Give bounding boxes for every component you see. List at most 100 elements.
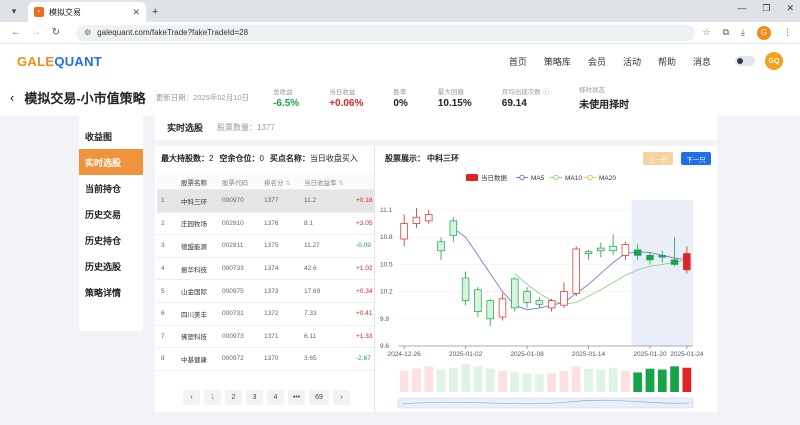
extensions-icon[interactable]: ⧉ (723, 27, 729, 38)
site-header: GALEQUANT 首页 策略库 会员 活动 帮助 消息 GQ (0, 44, 800, 78)
maximize-icon[interactable]: ❐ (762, 3, 770, 14)
table-row[interactable]: 8 中基健康 000972 1370 3.65 -2.67 (157, 348, 374, 371)
profile-avatar[interactable]: G (757, 25, 771, 40)
close-window-icon[interactable]: ✕ (786, 3, 794, 14)
table-row[interactable]: 5 山金国际 000975 1373 17.69 +0.34 (157, 280, 374, 303)
row-stock-name: 中科三环 (181, 198, 207, 206)
bookmark-star-icon[interactable]: ☆ (703, 27, 711, 38)
reload-icon[interactable]: ↻ (48, 27, 64, 38)
browser-menu-icon[interactable]: ⋮ (783, 27, 792, 38)
y-tick-label: 9.9 (380, 316, 389, 323)
holdings-summary: 最大持股数：2 空余仓位：0 买点名称：当日收盘买入 (161, 153, 358, 163)
volume-bar (448, 367, 458, 392)
sort-icon: ⇅ (338, 180, 344, 187)
new-tab-icon[interactable]: + (152, 6, 158, 18)
row-stock-name: 四川美丰 (181, 311, 207, 319)
candle-body (400, 223, 408, 240)
url-input[interactable]: ⚙ galequant.com/fakeTrade?fakeTradeId=28 (76, 24, 695, 41)
kline-chart[interactable]: 当日数据 MA5 MA10 MA20 9.6 9.9 10.2 10.5 10.8 11.1 202… (376, 170, 717, 412)
leftnav-item-holdings-history[interactable]: 历史持仓 (79, 227, 143, 253)
candle-body (584, 251, 593, 254)
page-1[interactable]: 1 (204, 390, 221, 405)
volume-bar (485, 368, 495, 392)
candle-body (560, 291, 568, 306)
next-stock-button[interactable]: 下一只 (681, 152, 711, 165)
x-tick-label: 2025-01-24 (670, 351, 704, 358)
x-tick-label: 2025-01-14 (572, 351, 606, 358)
leftnav-item-realtime-picks[interactable]: 实时选股 (79, 149, 143, 175)
minimize-icon[interactable]: — (737, 3, 746, 14)
page-ellipsis[interactable]: ••• (288, 390, 305, 405)
volume-bar (596, 369, 606, 392)
metric-max-drawdown: 最大回撤 10.15% (437, 88, 472, 109)
page-4[interactable]: 4 (267, 390, 284, 405)
row-daily-return: 8.1 (304, 219, 314, 227)
row-daily-return: 3.65 (304, 355, 317, 363)
x-tick-label: 2025-01-20 (633, 351, 667, 358)
volume-bar (412, 368, 421, 392)
leftnav-item-strategy-details[interactable]: 策略详情 (79, 279, 143, 305)
nav-home[interactable]: 首页 (509, 55, 527, 68)
row-change: +0.34 (356, 287, 373, 295)
y-tick-label: 10.8 (380, 234, 393, 241)
nav-strategy-library[interactable]: 策略库 (544, 55, 571, 68)
y-tick-label: 10.2 (380, 289, 393, 296)
leftnav-item-current-holdings[interactable]: 当前持仓 (79, 175, 143, 201)
row-index: 8 (161, 355, 165, 363)
browser-tab[interactable]: ▪ 模拟交易 ✕ (28, 2, 146, 22)
col-daily-return[interactable]: 当日收益率 ⇅ (300, 177, 352, 187)
address-bar: ← → ↻ ⚙ galequant.com/fakeTrade?fakeTrad… (0, 22, 800, 44)
back-arrow-icon[interactable]: ← (8, 27, 24, 38)
next-page-button[interactable]: › (333, 390, 350, 405)
legend-label-MA5: MA5 (531, 175, 545, 182)
col-rank-score[interactable]: 排名分 ⇅ (260, 177, 300, 187)
volume-bar (461, 364, 470, 392)
leftnav-item-picks-history[interactable]: 历史选股 (79, 253, 143, 279)
candle-body (535, 300, 544, 305)
leftnav-item-returns-chart[interactable]: 收益图 (79, 123, 143, 149)
site-info-icon[interactable]: ⚙ (84, 28, 91, 37)
row-index: 1 (161, 197, 165, 205)
candle-body (572, 248, 580, 294)
page-69[interactable]: 69 (309, 390, 329, 405)
close-tab-icon[interactable]: ✕ (132, 7, 140, 18)
candle-body (621, 244, 630, 256)
volume-bar (510, 372, 520, 392)
stock-count: 股票数量：1377 (217, 122, 275, 132)
prev-stock-button[interactable]: 上一只 (643, 152, 673, 165)
table-row[interactable]: 6 四川美丰 000731 1372 7.33 +0.41 (157, 303, 374, 326)
table-row[interactable]: 3 德盟能源 002911 1375 11.27 -0.09 (157, 235, 374, 258)
prev-page-button[interactable]: ‹ (183, 390, 200, 405)
forward-arrow-icon[interactable]: → (28, 27, 44, 38)
volume-bar (670, 366, 679, 392)
volume-bar (473, 366, 483, 392)
volume-bar (399, 371, 409, 392)
window-controls: — ❐ ✕ (737, 3, 794, 14)
table-row[interactable]: 2 庄园牧场 002910 1376 8.1 +3.05 (157, 213, 374, 236)
download-icon[interactable]: ⤓ (741, 27, 745, 38)
volume-bar (424, 366, 434, 392)
candle-body (474, 289, 482, 312)
table-row[interactable]: 4 振华科技 000733 1374 42.6 +1.02 (157, 258, 374, 281)
nav-messages[interactable]: 消息 (693, 55, 711, 68)
row-stock-code: 000975 (222, 287, 244, 295)
strategy-header: ‹ 模拟交易-小市值策略 更新日期：2025年02月10日 总收益 -6.5% … (0, 78, 800, 116)
table-row[interactable]: 1 中科三环 000970 1377 11.2 +0.18 (157, 190, 374, 213)
page-2[interactable]: 2 (225, 390, 242, 405)
user-avatar[interactable]: GQ (765, 52, 783, 70)
back-chevron-icon[interactable]: ‹ (10, 90, 14, 105)
row-change: +1.02 (356, 265, 373, 273)
nav-help[interactable]: 帮助 (658, 55, 676, 68)
nav-activities[interactable]: 活动 (623, 55, 641, 68)
picks-panel: 最大持股数：2 空余仓位：0 买点名称：当日收盘买入 股票名称 股票代码 排名分… (155, 146, 717, 412)
page-3[interactable]: 3 (246, 390, 263, 405)
nav-membership[interactable]: 会员 (588, 55, 606, 68)
table-row[interactable]: 7 佛塑科技 000973 1371 6.11 +1.33 (157, 326, 374, 349)
tab-search-icon[interactable]: ▾ (6, 3, 22, 19)
theme-toggle[interactable] (735, 56, 755, 66)
candle-body (424, 214, 433, 222)
row-stock-code: 002911 (222, 242, 244, 250)
leftnav-item-trade-history[interactable]: 历史交易 (79, 201, 143, 227)
volume-bar (621, 371, 630, 392)
site-logo[interactable]: GALEQUANT (17, 54, 102, 69)
